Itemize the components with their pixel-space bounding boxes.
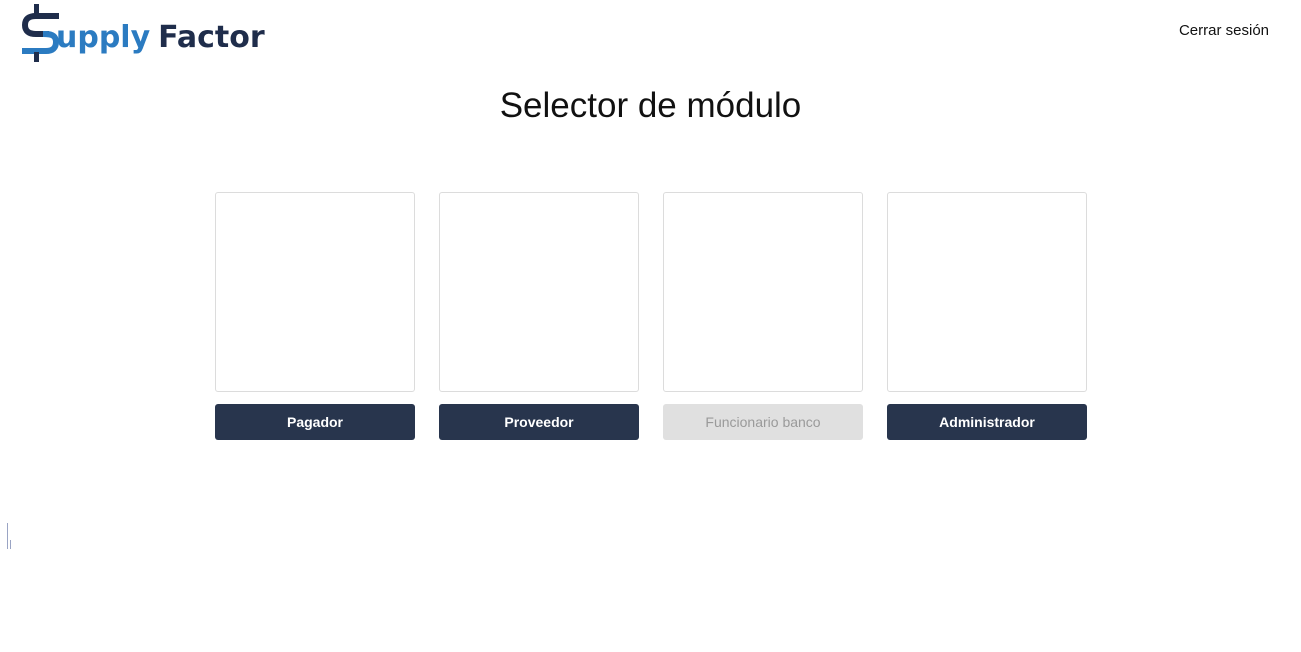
- page: upply Factor Cerrar sesión Selector de mó…: [0, 0, 1301, 652]
- module-proveedor: Proveedor: [439, 192, 639, 440]
- module-pagador: Pagador: [215, 192, 415, 440]
- brand-name-part2: Factor: [158, 20, 265, 55]
- brand-name: upply Factor: [56, 23, 265, 53]
- module-card-funcionario-banco: [663, 192, 863, 392]
- module-card-proveedor[interactable]: [439, 192, 639, 392]
- module-funcionario-banco: Funcionario banco: [663, 192, 863, 440]
- page-title: Selector de módulo: [499, 86, 802, 125]
- administrador-button[interactable]: Administrador: [887, 404, 1087, 440]
- dollar-s-logo-icon: [22, 4, 60, 62]
- module-card-administrador[interactable]: [887, 192, 1087, 392]
- brand-logo[interactable]: upply Factor: [22, 4, 265, 62]
- funcionario-banco-button: Funcionario banco: [663, 404, 863, 440]
- module-selector: Pagador Proveedor Funcionario banco Admi…: [215, 192, 1087, 440]
- module-administrador: Administrador: [887, 192, 1087, 440]
- vertical-watermark-icon: [7, 523, 11, 549]
- proveedor-button[interactable]: Proveedor: [439, 404, 639, 440]
- pagador-button[interactable]: Pagador: [215, 404, 415, 440]
- logout-link[interactable]: Cerrar sesión: [1179, 22, 1269, 39]
- module-card-pagador[interactable]: [215, 192, 415, 392]
- brand-name-part1: upply: [56, 20, 151, 55]
